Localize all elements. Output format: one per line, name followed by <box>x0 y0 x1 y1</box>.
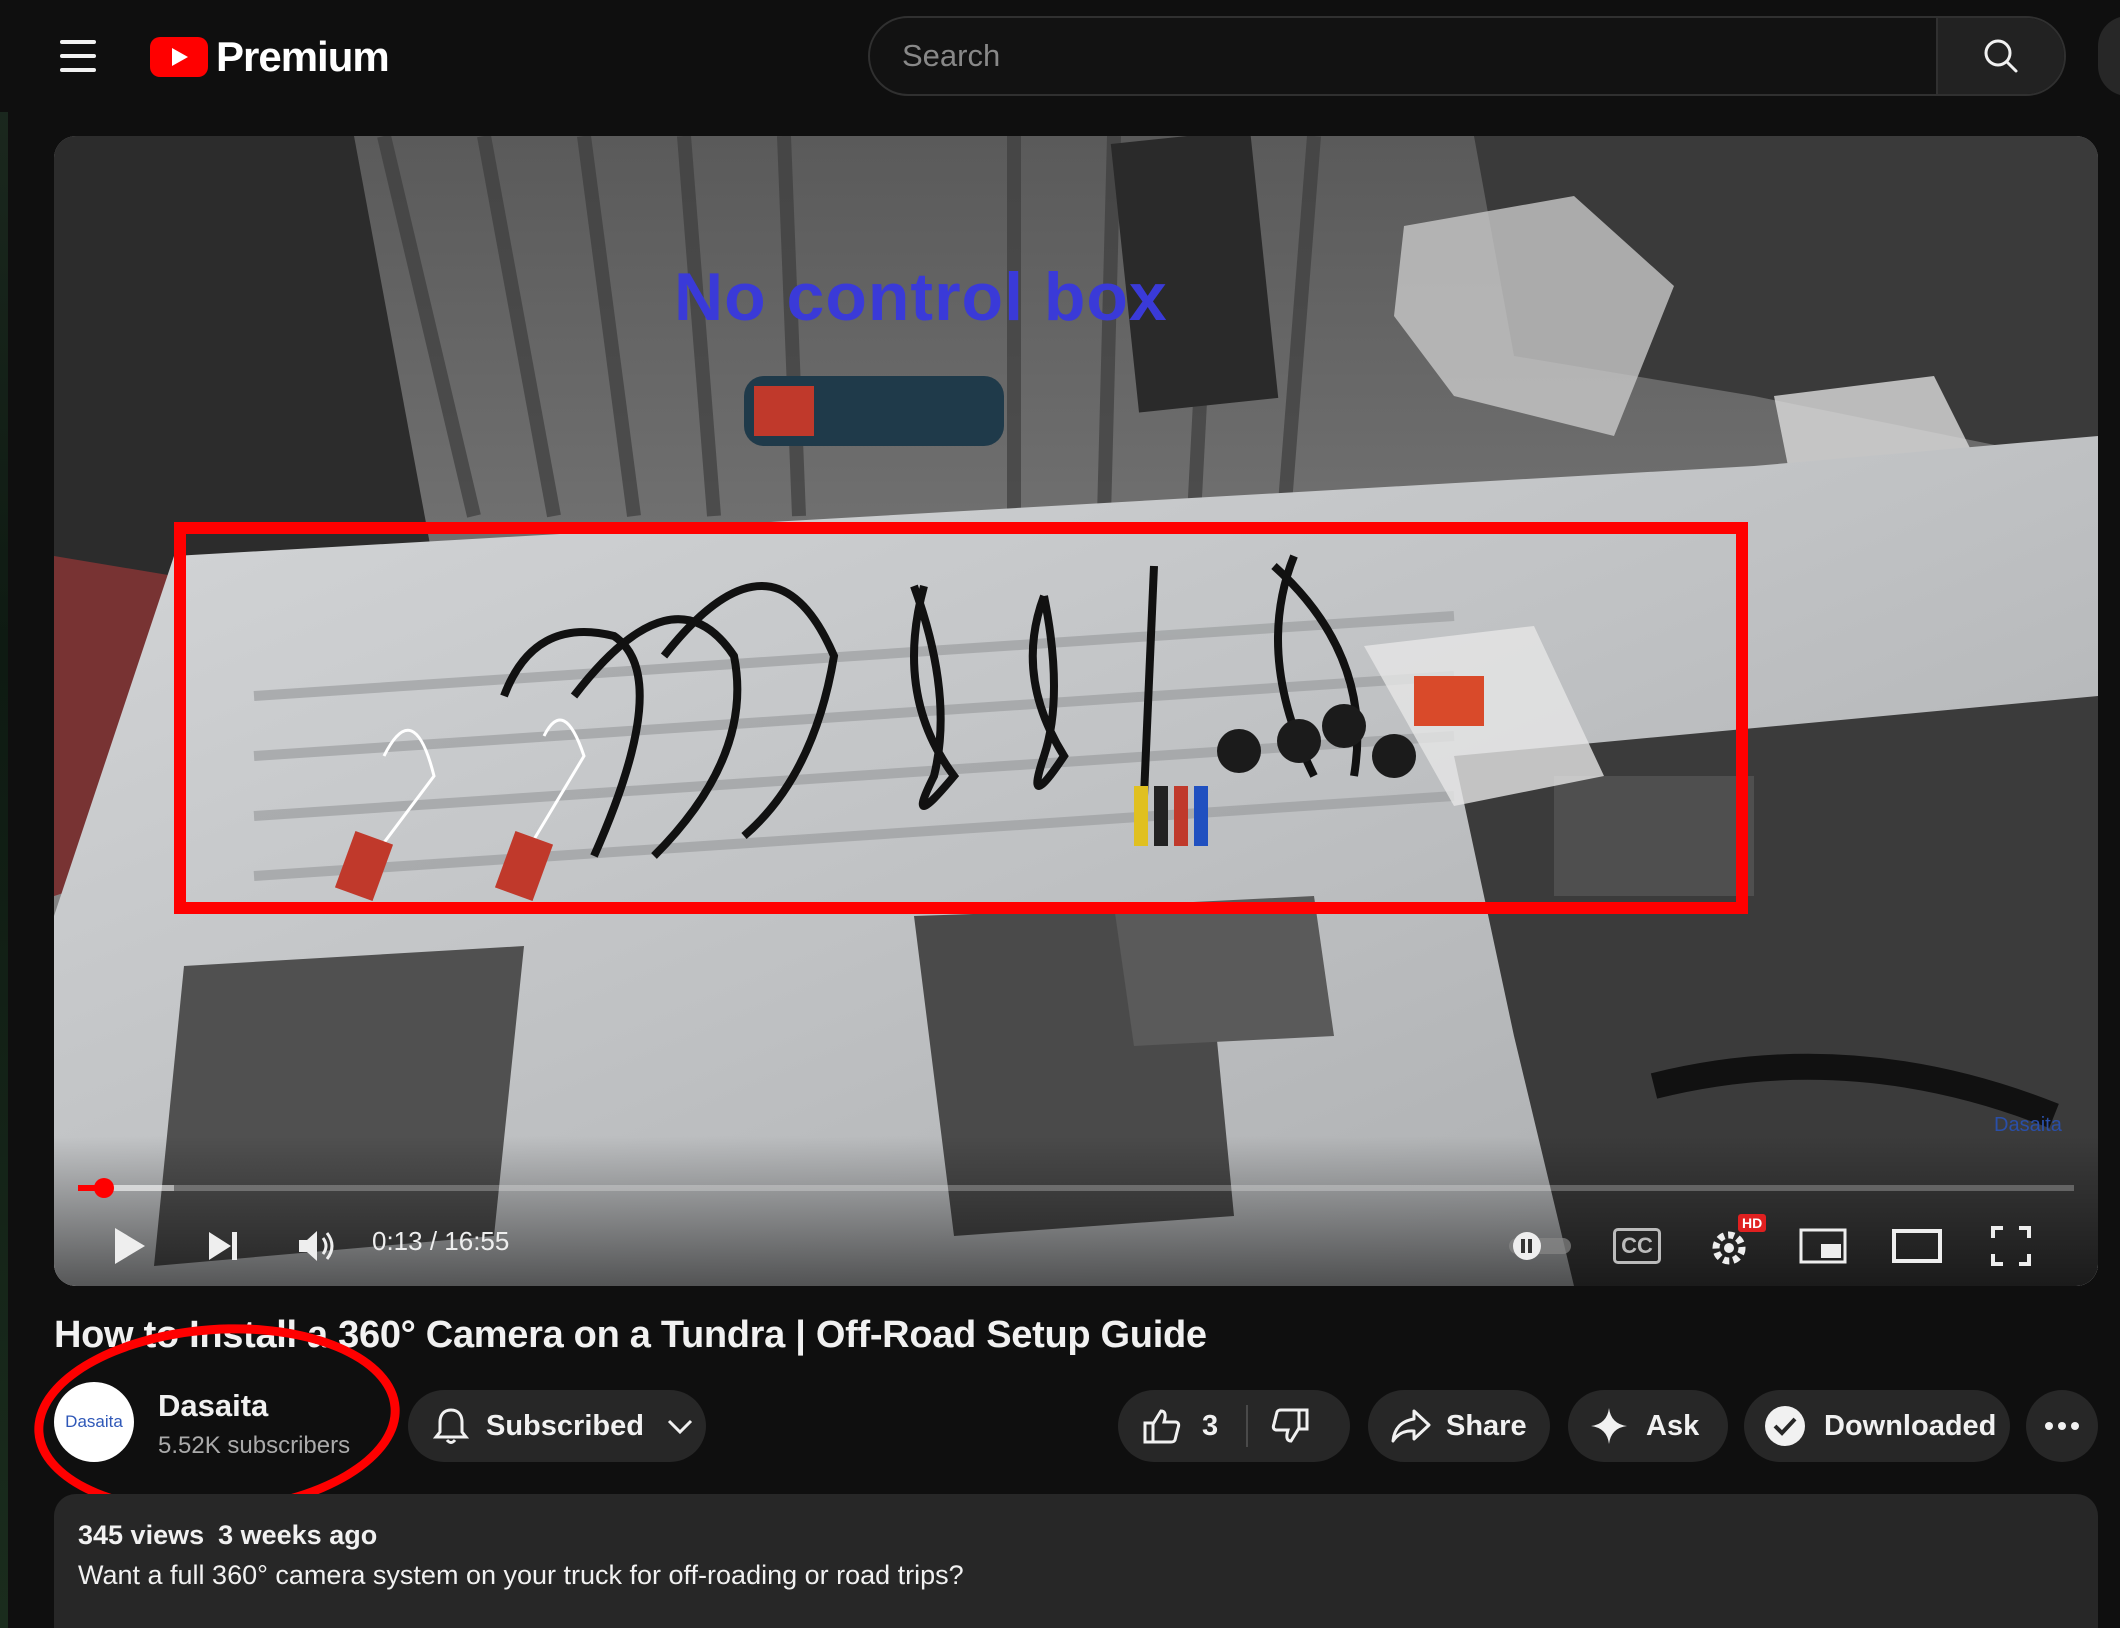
theater-mode-button[interactable] <box>1882 1218 1952 1274</box>
settings-button[interactable]: HD <box>1694 1214 1767 1274</box>
share-label: Share <box>1446 1409 1527 1442</box>
dislike-button[interactable] <box>1270 1406 1310 1446</box>
ask-label: Ask <box>1646 1409 1700 1442</box>
description-meta: 345 views 3 weeks ago <box>78 1520 391 1551</box>
avatar-logo-text: Dasaita <box>65 1412 123 1431</box>
subscriber-count: 5.52K subscribers <box>158 1432 351 1459</box>
search-input[interactable] <box>870 18 1936 94</box>
duration: 16:55 <box>444 1226 510 1256</box>
scrubber-handle[interactable] <box>93 1178 114 1198</box>
mute-button[interactable] <box>282 1218 352 1274</box>
miniplayer-icon <box>1799 1228 1847 1264</box>
like-button[interactable]: 3 <box>1142 1406 1218 1446</box>
share-button[interactable]: Share <box>1368 1390 1550 1462</box>
video-title: How to Install a 360° Camera on a Tundra… <box>54 1314 1207 1356</box>
brand-label: Premium <box>216 33 390 80</box>
closed-captions-icon: CC <box>1613 1228 1661 1264</box>
subscribed-label: Subscribed <box>486 1409 644 1442</box>
hd-badge: HD <box>1738 1214 1767 1232</box>
like-count: 3 <box>1202 1409 1219 1442</box>
play-icon <box>115 1228 145 1264</box>
theater-icon <box>1892 1229 1942 1263</box>
ask-button[interactable]: Ask <box>1568 1390 1728 1462</box>
channel-name[interactable]: Dasaita <box>158 1388 268 1424</box>
autoplay-toggle[interactable] <box>1500 1218 1580 1274</box>
bell-icon <box>432 1408 470 1444</box>
masthead: Premium <box>0 0 2120 112</box>
subtitles-button[interactable]: CC <box>1602 1218 1672 1274</box>
sparkle-icon <box>1591 1408 1627 1444</box>
like-dislike-group: 3 <box>1118 1390 1350 1462</box>
page: Premium Search No control box Dasaita 0:… <box>0 0 2120 1628</box>
subscribed-button[interactable]: Subscribed <box>408 1390 706 1462</box>
search-icon <box>1984 39 2018 73</box>
thumbs-up-icon <box>1143 1409 1181 1444</box>
chevron-down-icon <box>667 1419 692 1435</box>
window-edge <box>0 0 8 1628</box>
guide-menu-button[interactable] <box>50 30 106 82</box>
autoplay-toggle-icon <box>1509 1232 1571 1260</box>
miniplayer-button[interactable] <box>1788 1218 1858 1274</box>
youtube-play-logo-icon <box>150 37 208 77</box>
video-overlay-caption: No control box <box>674 259 1168 335</box>
voice-search-button[interactable] <box>2098 16 2120 96</box>
play-button[interactable] <box>94 1218 164 1274</box>
more-actions-button[interactable] <box>2026 1390 2098 1462</box>
search-button[interactable] <box>1936 18 2064 94</box>
fullscreen-button[interactable] <box>1976 1218 2046 1274</box>
search-box <box>868 16 2066 96</box>
thumbs-down-icon <box>1271 1408 1309 1443</box>
youtube-premium-logo[interactable]: Premium <box>150 32 390 82</box>
video-watermark: Dasaita <box>1994 1114 2062 1136</box>
download-check-icon <box>1765 1406 1805 1446</box>
fullscreen-icon <box>1991 1226 2031 1266</box>
cc-label: CC <box>1621 1233 1653 1258</box>
current-time: 0:13 <box>372 1226 423 1256</box>
time-separator: / <box>422 1226 445 1256</box>
channel-avatar[interactable]: Dasaita <box>54 1382 134 1462</box>
skip-next-icon <box>209 1232 237 1260</box>
description-text: Want a full 360° camera system on your t… <box>78 1560 964 1590</box>
like-divider <box>1246 1405 1249 1447</box>
next-button[interactable] <box>188 1218 258 1274</box>
time-display: 0:13 / 16:55 <box>372 1226 509 1257</box>
menu-icon-bar <box>60 40 96 44</box>
view-count: 345 views <box>78 1520 205 1550</box>
progress-bar[interactable] <box>78 1178 2074 1198</box>
volume-icon <box>299 1231 334 1261</box>
menu-icon-bar <box>60 54 96 58</box>
downloaded-label: Downloaded <box>1824 1409 1997 1442</box>
description-box[interactable]: 345 views 3 weeks ago Want a full 360° ca… <box>54 1494 2098 1628</box>
upload-age: 3 weeks ago <box>218 1520 378 1550</box>
more-horizontal-icon <box>2045 1422 2079 1430</box>
menu-icon-bar <box>60 68 96 72</box>
downloaded-button[interactable]: Downloaded <box>1744 1390 2010 1462</box>
video-player[interactable]: No control box Dasaita 0:13 / 16:55 CC H… <box>54 136 2098 1286</box>
share-icon <box>1391 1409 1431 1443</box>
